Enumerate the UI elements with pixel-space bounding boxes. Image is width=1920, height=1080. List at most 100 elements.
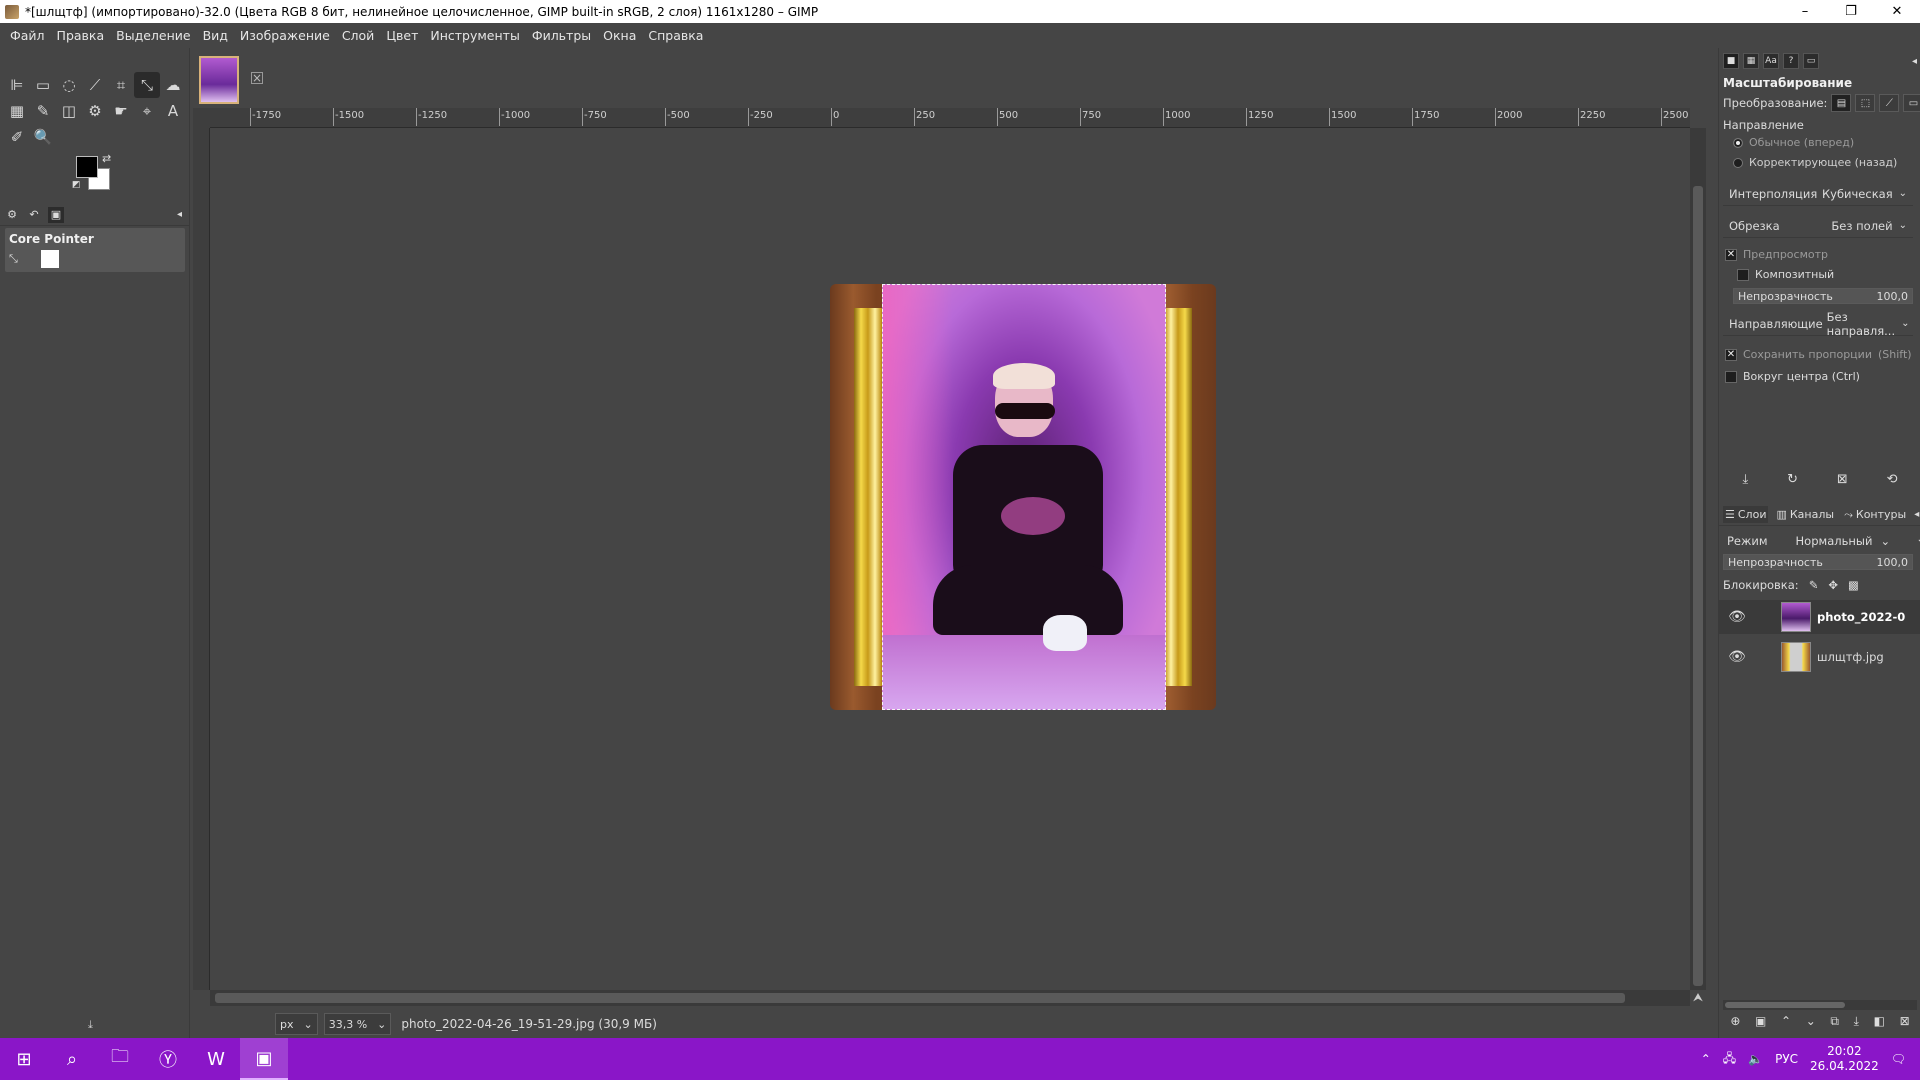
menu-select[interactable]: Выделение [110, 28, 196, 43]
fuzzy-select-tool-icon[interactable]: ⟋ [82, 72, 108, 98]
layer-row[interactable]: 👁 photo_2022-0 [1719, 600, 1920, 634]
tool-options-tab-icon[interactable]: ⚙ [4, 207, 20, 223]
lock-position-icon[interactable]: ✥ [1828, 578, 1838, 592]
gradient-tool-icon[interactable]: ▦ [4, 98, 30, 124]
eraser-tool-icon[interactable]: ◫ [56, 98, 82, 124]
dock-menu-icon[interactable]: ◂ [1912, 56, 1917, 67]
notifications-icon[interactable]: 🗨 [1891, 1052, 1906, 1066]
rect-select-tool-icon[interactable]: ▭ [30, 72, 56, 98]
clipping-combo[interactable]: Обрезка Без полей ⌄ [1723, 214, 1913, 238]
reset-options-icon[interactable]: ⟲ [1887, 472, 1898, 492]
menu-help[interactable]: Справка [642, 28, 709, 43]
vertical-scrollbar[interactable] [1690, 128, 1706, 990]
menu-edit[interactable]: Правка [51, 28, 111, 43]
menu-filters[interactable]: Фильтры [526, 28, 597, 43]
layers-scroll-thumb[interactable] [1725, 1002, 1845, 1008]
search-icon[interactable]: ⌕ [48, 1038, 96, 1080]
smudge-tool-icon[interactable]: ☛ [108, 98, 134, 124]
composite-checkbox[interactable]: Композитный [1737, 268, 1834, 281]
checkbox-unchecked[interactable] [1725, 370, 1737, 383]
visibility-eye-icon[interactable]: 👁 [1719, 649, 1755, 665]
align-tool-icon[interactable]: ⊫ [4, 72, 30, 98]
scale-tool-icon[interactable]: ⤡ [134, 72, 160, 98]
delete-layer-icon[interactable]: ⊠ [1900, 1014, 1910, 1034]
menu-tools[interactable]: Инструменты [424, 28, 525, 43]
horizontal-scroll-thumb[interactable] [215, 993, 1625, 1003]
lock-pixels-icon[interactable]: ✎ [1809, 578, 1819, 592]
text-tool-icon[interactable]: A [160, 98, 186, 124]
gimp-taskbar-icon[interactable]: ▣ [240, 1038, 288, 1080]
lasso-tool-icon[interactable]: ◌ [56, 72, 82, 98]
photo-layer[interactable] [882, 284, 1166, 710]
maximize-button[interactable]: ❐ [1828, 0, 1874, 23]
volume-icon[interactable]: 🔈 [1748, 1052, 1763, 1066]
image-tab-close-icon[interactable]: × [251, 72, 263, 84]
interpolation-combo[interactable]: Интерполяция Кубическая ⌄ [1723, 182, 1913, 206]
tray-chevron-icon[interactable]: ⌃ [1701, 1052, 1711, 1066]
direction-normal-option[interactable]: Обычное (вперед) [1733, 136, 1854, 149]
tab-channels[interactable]: ▥ Каналы [1774, 506, 1836, 523]
delete-preset-icon[interactable]: ⊠ [1837, 472, 1848, 492]
raise-layer-icon[interactable]: ⌃ [1781, 1014, 1791, 1034]
menu-layer[interactable]: Слой [336, 28, 381, 43]
radio-selected[interactable] [1733, 137, 1743, 148]
vertical-ruler[interactable] [193, 128, 210, 990]
dock-menu-icon[interactable]: ◂ [177, 209, 182, 220]
fonts-tab-icon[interactable]: Aa [1763, 53, 1779, 69]
layers-scrollbar[interactable] [1723, 1000, 1917, 1010]
brushes-tab-icon[interactable]: ▦ [1743, 53, 1759, 69]
yandex-browser-icon[interactable]: Ⓨ [144, 1038, 192, 1080]
tab-layers[interactable]: ☰ Слои [1723, 506, 1769, 523]
transform-image-icon[interactable]: ▭ [1903, 94, 1920, 112]
navigate-icon[interactable]: ⮝ [1690, 990, 1706, 1006]
swap-colors-icon[interactable]: ⇄ [102, 152, 111, 165]
minimize-button[interactable]: – [1782, 0, 1828, 23]
duplicate-layer-icon[interactable]: ⧉ [1830, 1014, 1839, 1034]
tool-options-tab-icon[interactable]: ■ [1723, 53, 1739, 69]
menu-image[interactable]: Изображение [234, 28, 336, 43]
radio-unselected[interactable] [1733, 157, 1743, 168]
zoom-tool-icon[interactable]: 🔍 [30, 124, 56, 150]
around-center-checkbox[interactable]: Вокруг центра (Ctrl) [1725, 370, 1860, 383]
ruler-corner[interactable] [193, 108, 210, 128]
language-indicator[interactable]: РУС [1775, 1052, 1798, 1066]
horizontal-scrollbar[interactable] [210, 990, 1690, 1006]
transform-path-icon[interactable]: ⟋ [1879, 94, 1900, 112]
transform-layer-icon[interactable]: ▤ [1831, 94, 1852, 112]
dock-menu-icon[interactable]: ◂ [1914, 509, 1919, 520]
undo-history-tab-icon[interactable]: ↶ [26, 207, 42, 223]
close-button[interactable]: ✕ [1874, 0, 1920, 23]
preview-checkbox[interactable]: ✕ Предпросмотр [1725, 248, 1828, 261]
lock-alpha-icon[interactable]: ▩ [1848, 578, 1859, 592]
guides-combo[interactable]: Направляющие Без направля... ⌄ [1723, 310, 1913, 338]
preview-opacity-slider[interactable]: Непрозрачность 100,0 [1733, 288, 1913, 304]
crop-tool-icon[interactable]: ⌗ [108, 72, 134, 98]
paths-tool-icon[interactable]: ⌖ [134, 98, 160, 124]
checkbox-unchecked[interactable] [1737, 268, 1749, 281]
menu-windows[interactable]: Окна [597, 28, 642, 43]
reset-colors-icon[interactable]: ◩ [72, 180, 81, 190]
color-picker-tool-icon[interactable]: ✐ [4, 124, 30, 150]
menu-view[interactable]: Вид [197, 28, 234, 43]
menu-colors[interactable]: Цвет [380, 28, 424, 43]
vertical-scroll-thumb[interactable] [1693, 186, 1703, 986]
menu-file[interactable]: Файл [4, 28, 51, 43]
clone-tool-icon[interactable]: ⚙ [82, 98, 108, 124]
checkbox-checked[interactable]: ✕ [1725, 348, 1737, 361]
save-preset-icon[interactable]: ⤓ [1742, 472, 1748, 492]
help-tab-icon[interactable]: ? [1783, 53, 1799, 69]
checkbox-checked[interactable]: ✕ [1725, 248, 1737, 261]
start-button[interactable]: ⊞ [0, 1038, 48, 1080]
word-icon[interactable]: W [192, 1038, 240, 1080]
merge-layer-icon[interactable]: ⤓ [1854, 1014, 1859, 1034]
device-status-tab-icon[interactable]: ▣ [48, 206, 64, 223]
horizontal-ruler[interactable]: -1750 -1500 -1250 -1000 -750 -500 -250 0… [210, 108, 1690, 128]
keep-aspect-checkbox[interactable]: ✕ Сохранить пропорции (Shift) [1725, 348, 1912, 361]
lower-layer-icon[interactable]: ⌄ [1806, 1014, 1816, 1034]
zoom-select[interactable]: 33,3 % ⌄ [323, 1013, 392, 1035]
transform-selection-icon[interactable]: ⬚ [1855, 94, 1876, 112]
file-explorer-icon[interactable]: 🗀 [96, 1038, 144, 1080]
warp-tool-icon[interactable]: ☁ [160, 72, 186, 98]
network-icon[interactable]: 🖧 [1723, 1049, 1736, 1070]
clock[interactable]: 20:02 26.04.2022 [1810, 1044, 1879, 1074]
